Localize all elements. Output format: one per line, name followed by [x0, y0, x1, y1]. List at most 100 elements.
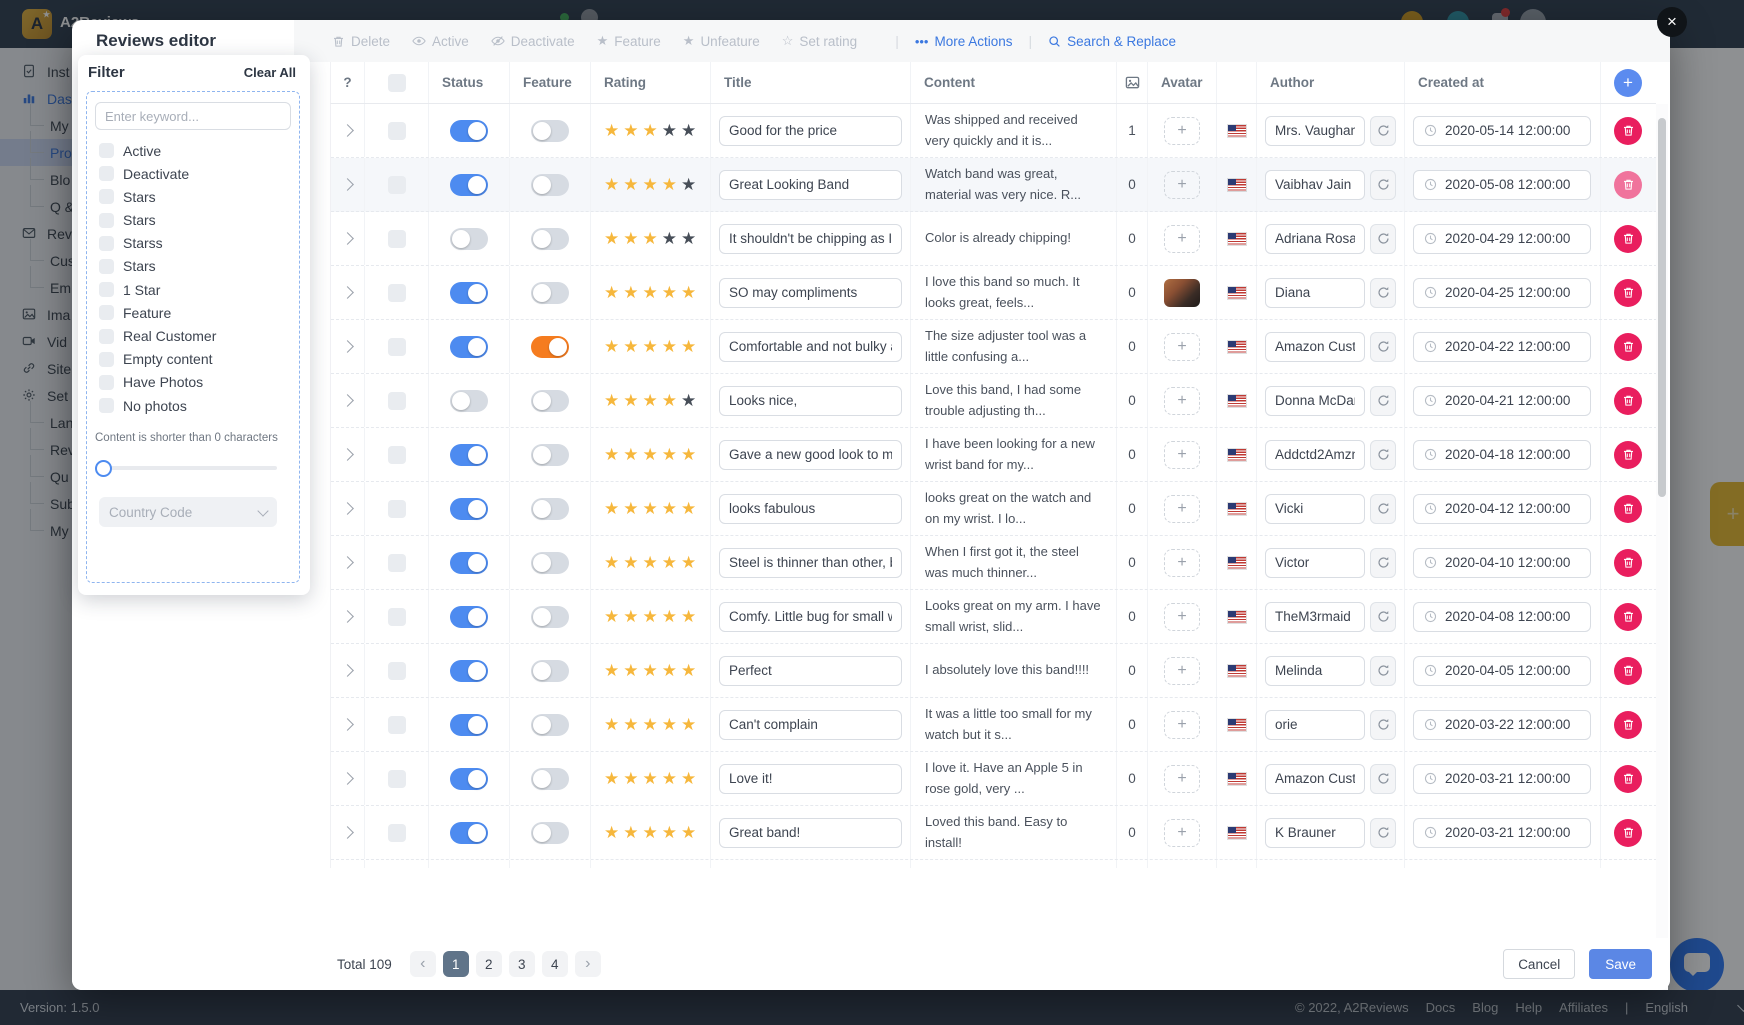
created-at-input[interactable]: 2020-03-22 12:00:00 [1413, 710, 1591, 740]
filter-checkbox-have-photos[interactable]: Have Photos [99, 375, 291, 390]
rating-stars[interactable]: ★★★★★ [604, 553, 700, 573]
row-checkbox[interactable] [388, 500, 406, 518]
rating-stars[interactable]: ★★★★★ [604, 283, 700, 303]
author-input[interactable] [1265, 332, 1365, 362]
scrollbar-thumb[interactable] [1658, 118, 1666, 497]
row-checkbox[interactable] [388, 176, 406, 194]
row-checkbox[interactable] [388, 716, 406, 734]
delete-row-button[interactable] [1614, 495, 1642, 523]
select-all-checkbox[interactable] [388, 74, 406, 92]
set-rating-button[interactable]: ☆Set rating [782, 33, 857, 49]
refresh-author-button[interactable] [1370, 548, 1396, 578]
close-modal-button[interactable]: × [1657, 7, 1687, 37]
filter-checkbox-empty-content[interactable]: Empty content [99, 352, 291, 367]
refresh-author-button[interactable] [1370, 278, 1396, 308]
delete-row-button[interactable] [1614, 387, 1642, 415]
avatar-upload-button[interactable]: + [1164, 117, 1200, 145]
rating-stars[interactable]: ★★★★★ [604, 445, 700, 465]
status-toggle[interactable] [450, 714, 488, 736]
status-toggle[interactable] [450, 768, 488, 790]
content-length-slider[interactable] [95, 460, 277, 475]
status-toggle[interactable] [450, 660, 488, 682]
row-checkbox[interactable] [388, 122, 406, 140]
row-checkbox[interactable] [388, 770, 406, 788]
feature-toggle[interactable] [531, 444, 569, 466]
refresh-author-button[interactable] [1370, 386, 1396, 416]
author-input[interactable] [1265, 440, 1365, 470]
rating-stars[interactable]: ★★★★★ [604, 823, 700, 843]
delete-row-button[interactable] [1614, 441, 1642, 469]
status-toggle[interactable] [450, 606, 488, 628]
author-input[interactable] [1265, 818, 1365, 848]
title-input[interactable] [719, 656, 902, 686]
feature-toggle[interactable] [531, 336, 569, 358]
feature-toggle[interactable] [531, 282, 569, 304]
title-input[interactable] [719, 602, 902, 632]
row-checkbox[interactable] [388, 392, 406, 410]
delete-button[interactable]: Delete [332, 34, 390, 49]
rating-stars[interactable]: ★★★★★ [604, 661, 700, 681]
delete-row-button[interactable] [1614, 657, 1642, 685]
filter-checkbox-deactivate[interactable]: Deactivate [99, 166, 291, 181]
rating-stars[interactable]: ★★★★★ [604, 337, 700, 357]
author-input[interactable] [1265, 170, 1365, 200]
feature-toggle[interactable] [531, 390, 569, 412]
filter-checkbox-active[interactable]: Active [99, 143, 291, 158]
created-at-input[interactable]: 2020-04-08 12:00:00 [1413, 602, 1591, 632]
page-button-2[interactable]: 2 [476, 951, 502, 977]
delete-row-button[interactable] [1614, 765, 1642, 793]
expand-row-icon[interactable] [341, 340, 354, 353]
created-at-input[interactable]: 2020-04-05 12:00:00 [1413, 656, 1591, 686]
row-checkbox[interactable] [388, 284, 406, 302]
add-review-button[interactable]: + [1614, 69, 1642, 97]
delete-row-button[interactable] [1614, 711, 1642, 739]
feature-toggle[interactable] [531, 714, 569, 736]
page-button-3[interactable]: 3 [509, 951, 535, 977]
author-input[interactable] [1265, 494, 1365, 524]
title-input[interactable] [719, 278, 902, 308]
more-actions-button[interactable]: ••• More Actions [915, 34, 1013, 49]
avatar-upload-button[interactable]: + [1164, 549, 1200, 577]
author-input[interactable] [1265, 764, 1365, 794]
avatar-image[interactable] [1164, 279, 1200, 307]
created-at-input[interactable]: 2020-04-29 12:00:00 [1413, 224, 1591, 254]
unfeature-button[interactable]: ★Unfeature [683, 33, 760, 49]
title-input[interactable] [719, 116, 902, 146]
avatar-upload-button[interactable]: + [1164, 495, 1200, 523]
feature-toggle[interactable] [531, 174, 569, 196]
deactivate-button[interactable]: Deactivate [491, 34, 575, 49]
author-input[interactable] [1265, 224, 1365, 254]
delete-row-button[interactable] [1614, 279, 1642, 307]
rating-stars[interactable]: ★★★★★ [604, 175, 700, 195]
rating-stars[interactable]: ★★★★★ [604, 391, 700, 411]
row-checkbox[interactable] [388, 608, 406, 626]
created-at-input[interactable]: 2020-04-25 12:00:00 [1413, 278, 1591, 308]
avatar-upload-button[interactable]: + [1164, 225, 1200, 253]
title-input[interactable] [719, 332, 902, 362]
refresh-author-button[interactable] [1370, 224, 1396, 254]
title-input[interactable] [719, 764, 902, 794]
rating-stars[interactable]: ★★★★★ [604, 715, 700, 735]
status-toggle[interactable] [450, 822, 488, 844]
expand-row-icon[interactable] [341, 664, 354, 677]
expand-row-icon[interactable] [341, 610, 354, 623]
title-input[interactable] [719, 548, 902, 578]
expand-row-icon[interactable] [341, 124, 354, 137]
active-button[interactable]: Active [412, 34, 469, 49]
created-at-input[interactable]: 2020-03-21 12:00:00 [1413, 818, 1591, 848]
refresh-author-button[interactable] [1370, 170, 1396, 200]
feature-toggle[interactable] [531, 822, 569, 844]
title-input[interactable] [719, 170, 902, 200]
status-toggle[interactable] [450, 282, 488, 304]
rating-stars[interactable]: ★★★★★ [604, 229, 700, 249]
row-checkbox[interactable] [388, 662, 406, 680]
page-button-1[interactable]: 1 [443, 951, 469, 977]
next-page-button[interactable]: › [575, 951, 601, 977]
scrollbar[interactable] [1656, 104, 1668, 990]
title-input[interactable] [719, 494, 902, 524]
created-at-input[interactable]: 2020-04-18 12:00:00 [1413, 440, 1591, 470]
title-input[interactable] [719, 818, 902, 848]
status-toggle[interactable] [450, 174, 488, 196]
expand-row-icon[interactable] [341, 718, 354, 731]
avatar-upload-button[interactable]: + [1164, 819, 1200, 847]
